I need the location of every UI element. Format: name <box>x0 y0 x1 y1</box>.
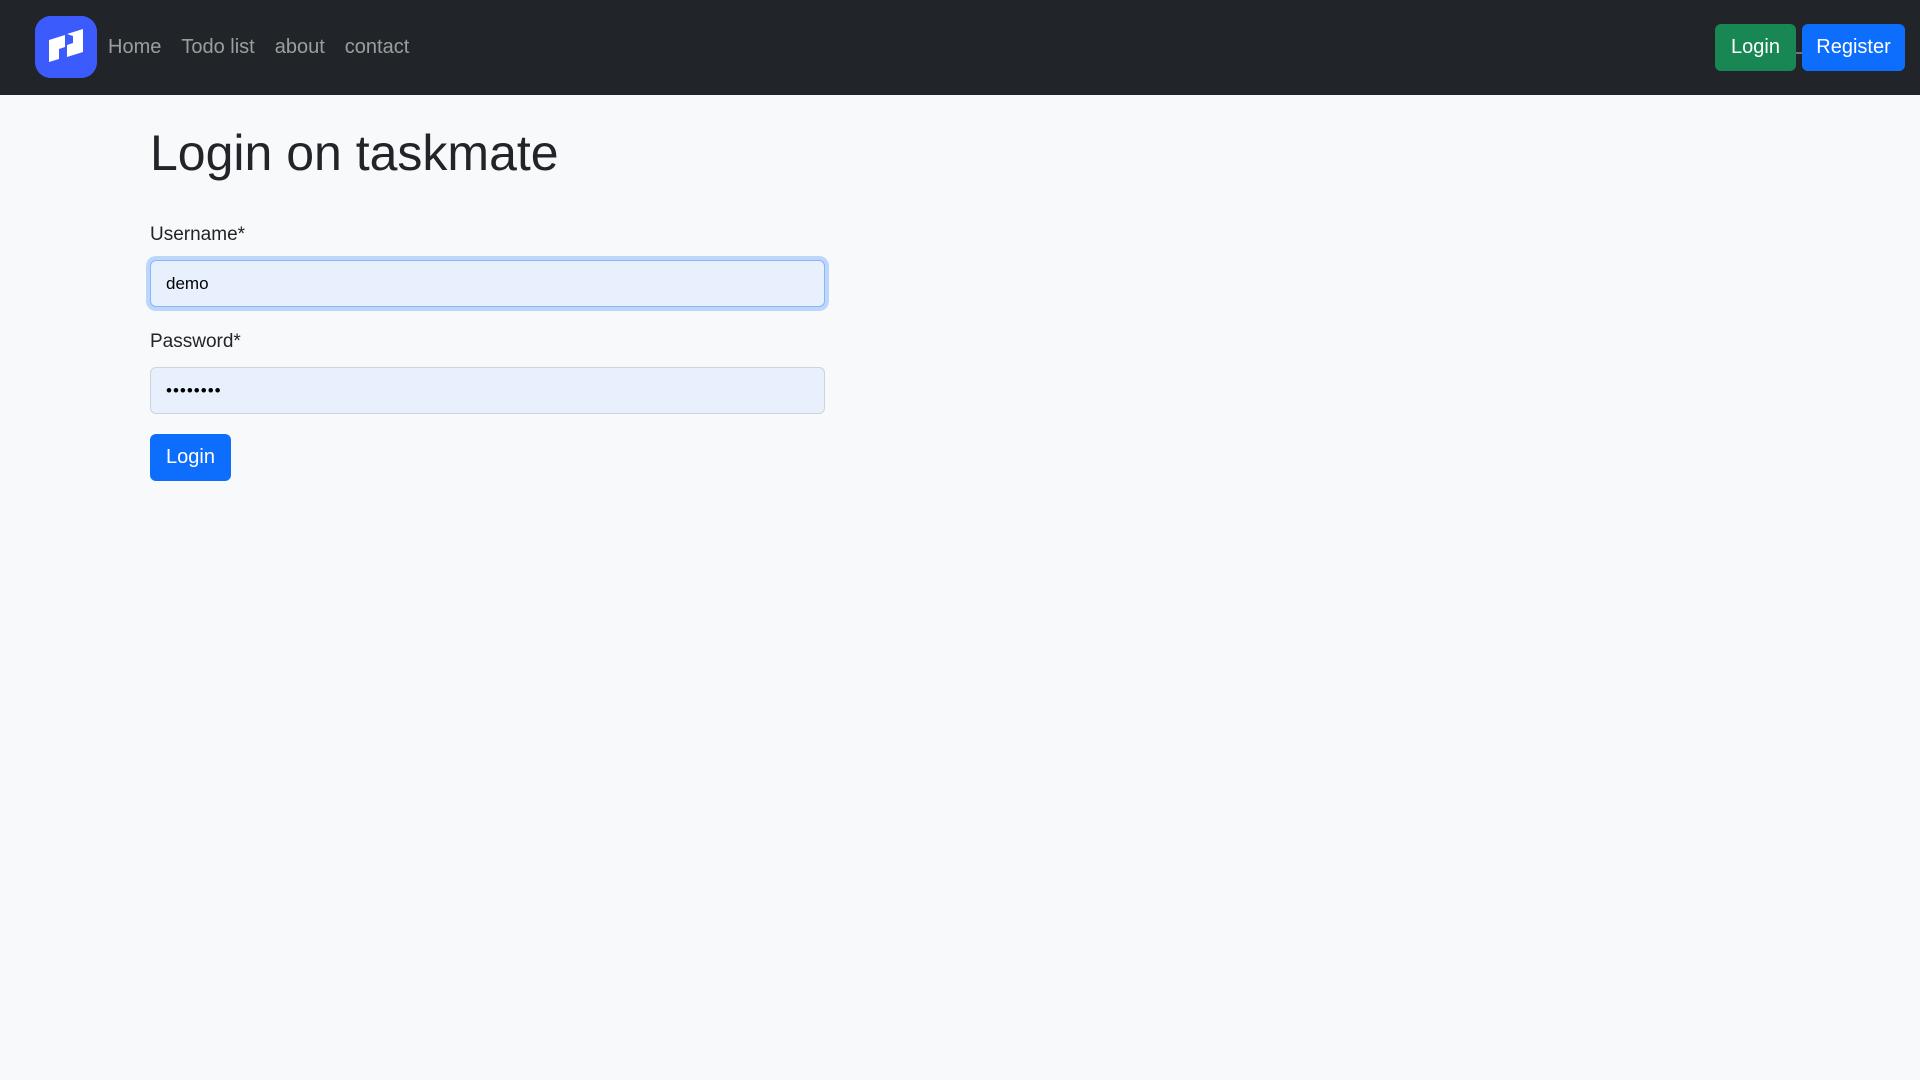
nav-link-about[interactable]: about <box>275 36 325 59</box>
password-label: Password* <box>150 331 241 352</box>
nav-links: Home Todo list about contact <box>108 0 409 95</box>
page-title: Login on taskmate <box>150 125 559 181</box>
top-navbar: Home Todo list about contact Login Regis… <box>0 0 1920 95</box>
nav-link-home[interactable]: Home <box>108 36 161 59</box>
navbar-register-button[interactable]: Register <box>1802 24 1905 71</box>
navbar-login-button[interactable]: Login <box>1715 24 1796 71</box>
login-submit-button[interactable]: Login <box>150 434 231 481</box>
username-label: Username* <box>150 224 246 245</box>
nav-link-todo-list[interactable]: Todo list <box>181 36 254 59</box>
taskmate-logo-icon[interactable] <box>35 16 97 78</box>
username-input[interactable] <box>150 260 825 307</box>
password-input[interactable] <box>150 367 825 414</box>
logo-graphic <box>35 16 97 78</box>
nav-link-contact[interactable]: contact <box>345 36 409 59</box>
